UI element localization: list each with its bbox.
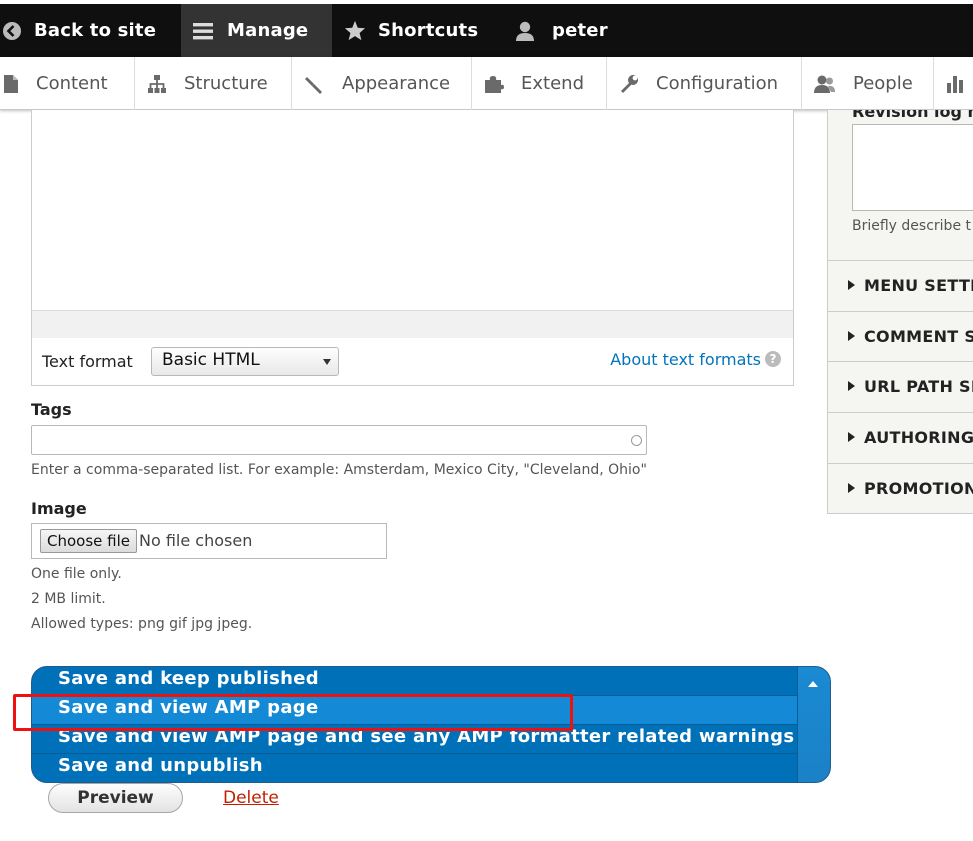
tags-input[interactable] [31,425,647,455]
editor-status-bar [31,310,794,339]
toolbar-tray: Content Structure Appearance Extend Conf… [0,57,973,110]
sidebar-section-authoring[interactable]: AUTHORING [828,412,973,463]
revision-log-textarea[interactable] [852,124,973,211]
choose-file-button[interactable]: Choose file [40,529,137,553]
sidebar-section-promotion[interactable]: PROMOTION [828,463,973,514]
chevron-up-icon [808,681,818,687]
chevron-down-icon [323,359,331,365]
revision-label-clip: Revision log m [828,110,973,124]
preview-button[interactable]: Preview [48,783,183,813]
user-label: peter [552,20,608,41]
delete-link[interactable]: Delete [223,788,279,808]
image-file-input: Choose file No file chosen [31,523,387,559]
triangle-right-icon [848,331,855,341]
manage-label: Manage [227,20,309,41]
section-label: PROMOTION [864,479,973,498]
sidebar-section-url-path-settings[interactable]: URL PATH SE [828,361,973,412]
hamburger-menu-icon [193,21,215,41]
revision-log-description: Briefly describe t [852,218,971,234]
sitemap-icon [147,74,167,94]
section-label: URL PATH SE [864,377,973,396]
shortcuts-tab[interactable]: Shortcuts [344,4,478,57]
people-icon [814,74,836,94]
file-icon [4,74,18,93]
section-label: COMMENT S [864,327,973,346]
text-format-label: Text format [42,352,133,371]
save-unpublish-button[interactable]: Save and unpublish [32,754,798,782]
bar-chart-icon [946,74,966,94]
tags-label: Tags [31,400,72,419]
admin-toolbar: Back to site Manage Shortcuts peter [0,4,973,57]
text-format-wrapper: Text format Basic HTML About text format… [31,338,794,386]
manage-tab[interactable]: Manage [181,4,332,57]
puzzle-piece-icon [484,74,504,94]
triangle-right-icon [848,280,855,290]
tray-item-label: Extend [521,73,584,94]
section-label: AUTHORING [864,428,973,447]
tray-item-structure[interactable]: Structure [135,57,292,110]
tray-item-configuration[interactable]: Configuration [607,57,802,110]
text-format-select[interactable]: Basic HTML [151,347,339,376]
back-to-site-link[interactable]: Back to site [0,4,156,57]
tray-item-extend[interactable]: Extend [472,57,607,110]
section-label: MENU SETTI [864,276,973,295]
back-to-site-label: Back to site [34,20,157,41]
tray-item-label: People [853,73,913,94]
tray-item-reports[interactable] [934,57,973,110]
tray-item-label: Content [36,73,108,94]
tags-description: Enter a comma-separated list. For exampl… [31,462,647,478]
body-editor[interactable] [31,110,794,311]
help-icon: ? [765,351,781,367]
shortcuts-label: Shortcuts [378,20,479,41]
revision-log-label: Revision log m [852,110,973,121]
tray-item-content[interactable]: Content [0,57,135,110]
tray-item-people[interactable]: People [802,57,934,110]
image-help-line: 2 MB limit. [31,591,106,607]
triangle-right-icon [848,483,855,493]
image-help-line: One file only. [31,566,122,582]
about-text-formats-link[interactable]: About text formats [610,350,761,369]
text-format-value: Basic HTML [162,350,260,370]
autocomplete-throbber-icon [631,435,642,446]
sidebar-section-menu-settings[interactable]: MENU SETTI [828,260,973,311]
user-tab[interactable]: peter [514,4,608,57]
highlight-annotation [13,694,573,731]
tray-item-appearance[interactable]: Appearance [292,57,472,110]
user-icon [514,20,536,42]
star-icon [344,20,366,41]
tray-item-label: Configuration [656,73,779,94]
image-label: Image [31,499,87,518]
save-keep-published-button[interactable]: Save and keep published [32,667,798,696]
wrench-icon [619,74,639,94]
triangle-right-icon [848,432,855,442]
file-status: No file chosen [139,531,253,550]
node-sidebar: Revision log m Briefly describe t MENU S… [827,110,973,514]
dropbutton-toggle[interactable] [797,667,830,782]
back-arrow-icon [2,21,22,41]
paint-brush-icon [304,74,324,94]
image-help-line: Allowed types: png gif jpg jpeg. [31,616,253,632]
sidebar-section-comment-settings[interactable]: COMMENT S [828,311,973,362]
tray-item-label: Structure [184,73,268,94]
tray-item-label: Appearance [342,73,451,94]
triangle-right-icon [848,381,855,391]
